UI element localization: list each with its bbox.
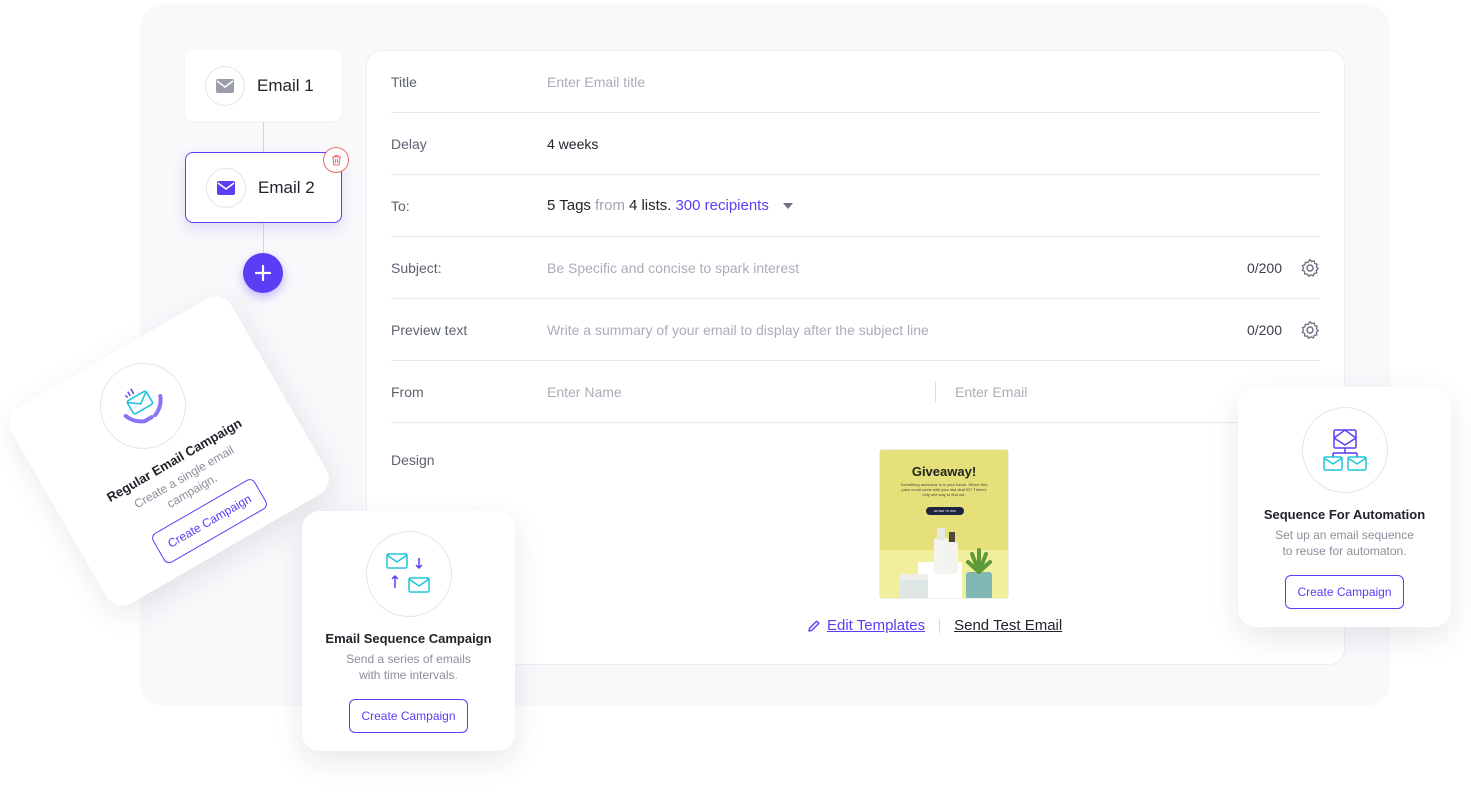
template-thumbnail[interactable]: Giveaway! Something awesome is in your f…	[879, 449, 1009, 599]
subject-label: Subject:	[391, 259, 442, 276]
envelope-icon	[206, 167, 246, 208]
envelope-icon	[205, 65, 245, 106]
create-campaign-button[interactable]: Create Campaign	[1285, 575, 1404, 609]
edit-templates-label: Edit Templates	[827, 617, 926, 634]
subject-char-count: 0/200	[1246, 259, 1282, 276]
tags-count: 5 Tags	[547, 197, 591, 214]
card-title: Email Sequence Campaign	[325, 631, 492, 646]
delay-label: Delay	[391, 135, 427, 152]
email-sequence-icon	[365, 531, 452, 617]
design-actions: Edit Templates Send Test Email	[807, 617, 1062, 634]
gear-icon[interactable]	[1300, 320, 1320, 340]
from-label: From	[391, 383, 424, 400]
edit-templates-link[interactable]: Edit Templates	[807, 617, 925, 634]
sequence-campaign-card: Email Sequence Campaign Send a series of…	[302, 511, 515, 751]
subject-row: Subject: Be Specific and concise to spar…	[391, 237, 1320, 299]
recipients-selector[interactable]: 5 Tags from 4 lists. 300 recipients	[547, 197, 793, 214]
sequence-node-email-1[interactable]: Email 1	[185, 50, 342, 121]
sequence-connector	[263, 122, 264, 152]
product-image	[880, 528, 1008, 598]
plus-icon	[254, 264, 272, 282]
title-label: Title	[391, 73, 417, 90]
add-email-button[interactable]	[243, 253, 283, 293]
lists-count: 4 lists.	[628, 197, 672, 214]
node-label: Email 2	[258, 177, 315, 197]
from-word: from	[594, 197, 625, 214]
node-label: Email 1	[257, 75, 314, 95]
recipients-count: 300 recipients	[675, 197, 769, 214]
sequence-connector	[263, 223, 264, 253]
delay-value[interactable]: 4 weeks	[547, 136, 1320, 152]
card-description: Set up an email sequence	[1275, 528, 1414, 542]
card-description: Send a series of emails	[346, 652, 471, 666]
from-name-input[interactable]: Enter Name	[547, 384, 935, 400]
delete-node-button[interactable]	[323, 147, 349, 173]
divider	[939, 618, 941, 633]
title-row: Title Enter Email title	[391, 51, 1320, 113]
gear-icon[interactable]	[1300, 258, 1320, 278]
preview-row: Preview text Write a summary of your ema…	[391, 299, 1320, 361]
to-row: To: 5 Tags from 4 lists. 300 recipients	[391, 175, 1320, 237]
create-campaign-button[interactable]: Create Campaign	[349, 699, 468, 733]
preview-input[interactable]: Write a summary of your email to display…	[547, 322, 1247, 338]
sequence-node-email-2[interactable]: Email 2	[185, 152, 342, 223]
card-description: to reuse for automaton.	[1282, 544, 1407, 558]
preview-char-count: 0/200	[1246, 321, 1282, 338]
trash-icon	[331, 154, 341, 166]
from-row: From Enter Name Enter Email	[391, 361, 1320, 423]
pencil-icon	[808, 620, 820, 632]
subject-input[interactable]: Be Specific and concise to spark interes…	[547, 260, 1247, 276]
divider	[935, 380, 936, 403]
preview-label: Preview text	[391, 321, 468, 338]
to-label: To:	[391, 197, 410, 214]
automation-campaign-card: Sequence For Automation Set up an email …	[1238, 387, 1451, 627]
delay-row: Delay 4 weeks	[391, 113, 1320, 175]
card-title: Sequence For Automation	[1263, 507, 1426, 522]
automation-flow-icon	[1301, 407, 1388, 493]
caret-down-icon[interactable]	[782, 202, 793, 209]
title-input[interactable]: Enter Email title	[547, 74, 1320, 90]
design-label: Design	[391, 452, 435, 468]
app-canvas: Email 1 Email 2 Title Enter Email title …	[0, 0, 1471, 792]
card-description: with time intervals.	[359, 668, 458, 682]
send-test-email-link[interactable]: Send Test Email	[954, 617, 1062, 634]
